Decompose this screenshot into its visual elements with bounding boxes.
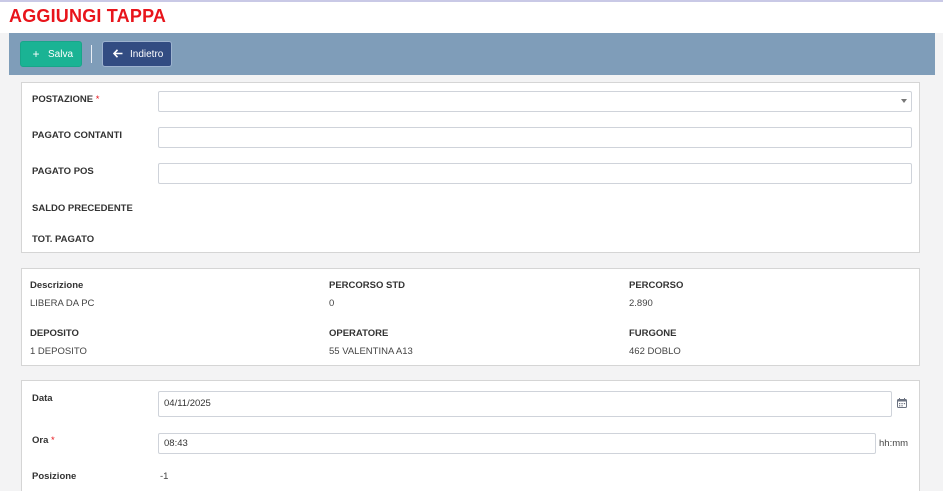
time-format-hint: hh:mm bbox=[879, 438, 909, 449]
required-mark: * bbox=[95, 94, 100, 105]
toolbar-separator bbox=[91, 45, 92, 63]
info-label: DEPOSITO bbox=[30, 328, 79, 339]
info-value: 2.890 bbox=[629, 298, 653, 309]
trip-info-panel: Descrizione LIBERA DA PC PERCORSO STD 0 … bbox=[21, 268, 920, 366]
posizione-label: Posizione bbox=[32, 471, 77, 482]
chevron-down-icon bbox=[901, 99, 907, 103]
info-value: 0 bbox=[329, 298, 335, 309]
toolbar: + Salva Indietro bbox=[9, 33, 935, 75]
schedule-panel: Data 04/11/2025 Ora * 08:43 hh:mm Posizi… bbox=[21, 380, 920, 491]
time-input[interactable]: 08:43 bbox=[158, 433, 876, 454]
pagato-contanti-input[interactable] bbox=[158, 127, 912, 148]
info-value: 462 DOBLO bbox=[629, 346, 681, 357]
back-button-label: Indietro bbox=[130, 48, 164, 60]
pagato-pos-label: PAGATO POS bbox=[32, 166, 94, 177]
info-value: 55 VALENTINA A13 bbox=[329, 346, 413, 357]
arrow-left-icon bbox=[112, 49, 123, 59]
calendar-icon[interactable] bbox=[897, 398, 907, 408]
info-value: LIBERA DA PC bbox=[30, 298, 95, 309]
postazione-label: POSTAZIONE * bbox=[32, 94, 100, 105]
posizione-value: -1 bbox=[160, 471, 169, 482]
ora-label: Ora * bbox=[32, 435, 55, 446]
back-button[interactable]: Indietro bbox=[102, 41, 172, 67]
info-label: PERCORSO bbox=[629, 280, 684, 291]
pagato-contanti-label: PAGATO CONTANTI bbox=[32, 130, 123, 141]
tot-pagato-label: TOT. PAGATO bbox=[32, 234, 95, 245]
pagato-pos-input[interactable] bbox=[158, 163, 912, 184]
saldo-precedente-label: SALDO PRECEDENTE bbox=[32, 203, 133, 214]
required-mark: * bbox=[51, 435, 55, 446]
page-header: AGGIUNGI TAPPA bbox=[0, 2, 943, 33]
payment-form-panel: POSTAZIONE * PAGATO CONTANTI PAGATO POS … bbox=[21, 82, 920, 253]
info-label: Descrizione bbox=[30, 280, 84, 291]
date-input[interactable]: 04/11/2025 bbox=[158, 391, 892, 417]
info-label: FURGONE bbox=[629, 328, 677, 339]
postazione-select[interactable] bbox=[158, 91, 912, 112]
info-label: OPERATORE bbox=[329, 328, 389, 339]
save-button[interactable]: + Salva bbox=[20, 41, 82, 67]
info-value: 1 DEPOSITO bbox=[30, 346, 87, 357]
data-label: Data bbox=[32, 393, 53, 404]
page-title: AGGIUNGI TAPPA bbox=[9, 6, 167, 26]
save-button-label: Salva bbox=[48, 48, 74, 60]
info-label: PERCORSO STD bbox=[329, 280, 406, 291]
plus-icon: + bbox=[32, 47, 40, 61]
